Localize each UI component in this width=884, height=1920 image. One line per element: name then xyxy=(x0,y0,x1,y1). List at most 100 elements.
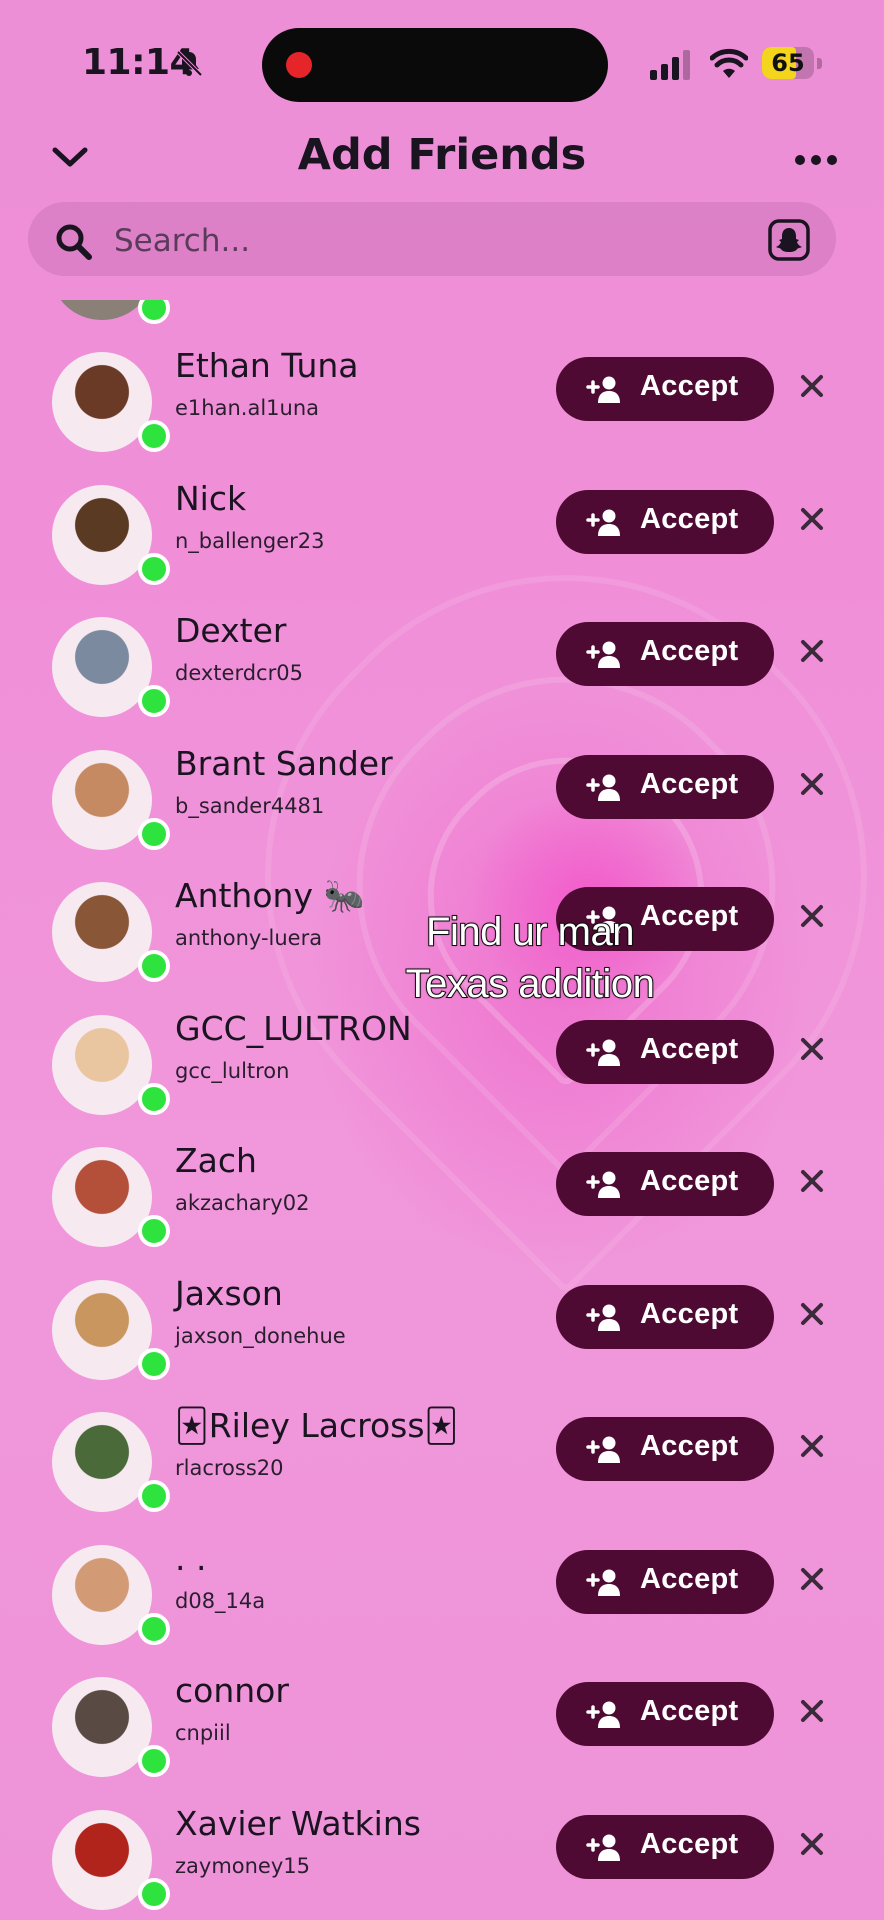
friend-username: rlacross20 xyxy=(175,1456,284,1480)
avatar[interactable] xyxy=(52,352,152,452)
accept-label: Accept xyxy=(640,1165,739,1197)
add-friend-icon xyxy=(586,509,620,536)
online-indicator xyxy=(138,1877,170,1910)
accept-label: Accept xyxy=(640,1695,739,1727)
friend-request-row[interactable]: Dexter dexterdcr05 Accept xyxy=(0,597,884,729)
add-friend-icon xyxy=(586,1171,620,1198)
add-friend-icon xyxy=(586,1436,620,1463)
page-title: Add Friends xyxy=(297,130,587,180)
online-indicator xyxy=(138,685,170,717)
accept-button[interactable]: Accept xyxy=(556,357,774,421)
avatar[interactable] xyxy=(52,1279,152,1380)
close-icon[interactable] xyxy=(798,770,826,798)
accept-button[interactable]: Accept xyxy=(556,1549,774,1614)
accept-button[interactable]: Accept xyxy=(556,1284,774,1349)
friend-username: dexterdcr05 xyxy=(175,661,303,685)
online-indicator xyxy=(138,420,170,452)
friend-name: 🃏Riley Lacross🃏 xyxy=(175,1406,459,1445)
accept-label: Accept xyxy=(640,370,739,402)
friend-request-row[interactable]: connor cnpiil Accept xyxy=(0,1657,884,1789)
avatar[interactable] xyxy=(52,1412,152,1512)
video-caption: Find ur man Texas addition xyxy=(300,906,760,1010)
wifi-icon xyxy=(710,48,748,78)
friend-request-row[interactable]: Xavier Watkins zaymoney15 Accept xyxy=(0,1790,884,1920)
accept-label: Accept xyxy=(640,1562,739,1595)
snapcode-icon[interactable] xyxy=(768,219,810,261)
close-icon[interactable] xyxy=(798,1565,826,1593)
friend-name: Xavier Watkins xyxy=(175,1803,421,1843)
close-icon[interactable] xyxy=(798,1167,826,1195)
accept-button[interactable]: Accept xyxy=(556,489,774,554)
avatar[interactable] xyxy=(52,484,152,585)
battery-indicator: 65 xyxy=(762,47,824,81)
friend-name: Nick xyxy=(175,478,247,518)
friend-username: akzachary02 xyxy=(175,1191,310,1215)
friend-request-row[interactable]: . . d08_14a Accept xyxy=(0,1525,884,1657)
accept-button[interactable]: Accept xyxy=(556,1019,774,1084)
accept-label: Accept xyxy=(640,1297,739,1330)
accept-button[interactable]: Accept xyxy=(556,622,774,686)
online-indicator xyxy=(138,950,170,982)
avatar[interactable] xyxy=(52,1014,152,1115)
avatar[interactable] xyxy=(52,749,152,850)
avatar[interactable] xyxy=(52,1809,152,1910)
accept-button[interactable]: Accept xyxy=(556,1152,774,1216)
friend-username: n_ballenger23 xyxy=(175,528,325,553)
dynamic-island xyxy=(262,28,608,102)
friend-username: d08_14a xyxy=(175,1588,266,1613)
friend-request-row[interactable]: GCC_LULTRON gcc_lultron Accept xyxy=(0,995,884,1127)
close-icon[interactable] xyxy=(798,637,826,665)
friend-name: Zach xyxy=(175,1141,257,1180)
close-icon[interactable] xyxy=(798,902,826,930)
recording-indicator xyxy=(286,52,312,78)
friend-username: jaxson_donehue xyxy=(175,1323,346,1348)
friend-username: cnpiil xyxy=(175,1721,231,1745)
friend-request-row[interactable]: Zach akzachary02 Accept xyxy=(0,1127,884,1259)
accept-button[interactable]: Accept xyxy=(556,1814,774,1879)
battery-body: 65 xyxy=(762,47,814,79)
online-indicator xyxy=(138,1612,170,1645)
friend-request-row[interactable]: Jaxson jaxson_donehue Accept xyxy=(0,1260,884,1392)
close-icon[interactable] xyxy=(798,372,826,400)
avatar[interactable] xyxy=(52,617,152,717)
more-icon[interactable] xyxy=(794,148,838,172)
online-indicator xyxy=(138,1480,170,1512)
friend-username: zaymoney15 xyxy=(175,1853,311,1878)
friend-request-row[interactable]: 🃏Riley Lacross🃏 rlacross20 Accept xyxy=(0,1392,884,1524)
online-indicator xyxy=(138,1745,170,1777)
close-icon[interactable] xyxy=(798,1300,826,1328)
close-icon[interactable] xyxy=(798,1035,826,1063)
accept-label: Accept xyxy=(640,1827,739,1860)
online-indicator xyxy=(138,817,170,850)
add-friend-icon xyxy=(586,774,620,801)
friend-request-row[interactable]: Brant Sander b_sander4481 Accept xyxy=(0,730,884,862)
close-icon[interactable] xyxy=(798,505,826,533)
add-friend-icon xyxy=(586,1304,620,1331)
friend-username: gcc_lultron xyxy=(175,1058,290,1083)
friend-request-row[interactable]: Ethan Tuna e1han.al1una Accept xyxy=(0,332,884,464)
online-indicator xyxy=(138,300,170,324)
search-icon xyxy=(56,224,92,260)
add-friend-icon xyxy=(586,1039,620,1066)
avatar[interactable] xyxy=(52,1147,152,1247)
battery-tip xyxy=(817,58,822,69)
close-icon[interactable] xyxy=(798,1830,826,1858)
accept-label: Accept xyxy=(640,1430,739,1462)
accept-button[interactable]: Accept xyxy=(556,754,774,819)
search-input[interactable] xyxy=(112,213,676,269)
online-indicator xyxy=(138,552,170,585)
avatar[interactable] xyxy=(52,882,152,982)
friend-name: Brant Sander xyxy=(175,743,393,783)
avatar[interactable] xyxy=(52,1544,152,1645)
avatar[interactable] xyxy=(52,1677,152,1777)
add-friend-icon xyxy=(586,1834,620,1861)
friend-username: e1han.al1una xyxy=(175,396,319,420)
accept-label: Accept xyxy=(640,635,739,667)
accept-button[interactable]: Accept xyxy=(556,1417,774,1481)
accept-button[interactable]: Accept xyxy=(556,1682,774,1746)
close-icon[interactable] xyxy=(798,1432,826,1460)
online-indicator xyxy=(138,1215,170,1247)
caption-line: Texas addition xyxy=(405,961,656,1007)
friend-request-row[interactable]: Nick n_ballenger23 Accept xyxy=(0,465,884,597)
close-icon[interactable] xyxy=(798,1697,826,1725)
